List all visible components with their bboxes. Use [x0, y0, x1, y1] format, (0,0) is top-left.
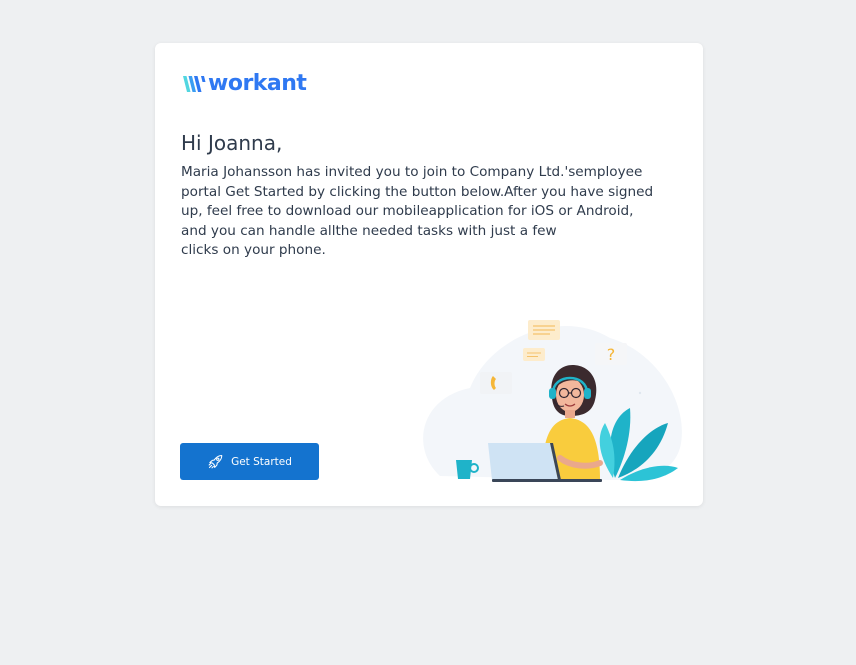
- message-line: portal Get Started by clicking the butto…: [181, 183, 654, 200]
- chat-bubble-icon: [528, 320, 560, 340]
- message-line: clicks on your phone.: [181, 242, 326, 259]
- workant-logo-text: workant: [208, 71, 307, 96]
- invitation-card: workant Hi Joanna, Maria Johansson has i…: [155, 43, 703, 506]
- svg-text:?: ?: [607, 345, 616, 364]
- get-started-button[interactable]: Get Started: [180, 443, 319, 480]
- chat-bubble-icon: [523, 348, 545, 361]
- phone-bubble-icon: [480, 372, 512, 394]
- message-line: Maria Johansson has invited you to join …: [181, 164, 643, 180]
- get-started-label: Get Started: [231, 455, 292, 468]
- message-line: and you can handle allthe needed tasks w…: [181, 222, 557, 239]
- workant-logo-mark-icon: [183, 76, 206, 92]
- invitation-message: Maria Johansson has invited you to join …: [181, 163, 654, 261]
- message-line: up, feel free to download our mobileappl…: [181, 203, 634, 220]
- workant-logo: workant: [182, 71, 307, 97]
- greeting-heading: Hi Joanna,: [181, 131, 283, 155]
- question-bubble-icon: ?: [595, 343, 627, 365]
- rocket-icon: [208, 454, 223, 469]
- support-agent-illustration: ?: [423, 320, 682, 482]
